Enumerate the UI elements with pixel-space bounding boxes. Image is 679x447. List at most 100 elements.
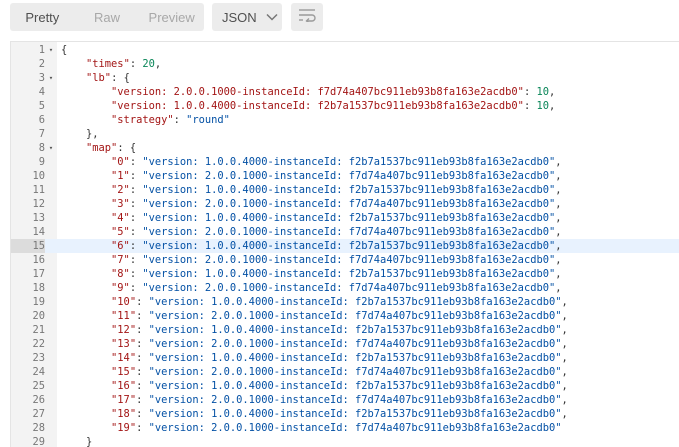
code-text: "17": "version: 2.0.0.1000-instanceId: f…	[61, 393, 568, 407]
format-dropdown[interactable]: JSON	[212, 3, 282, 31]
fold-toggle-icon[interactable]: ▾	[47, 71, 55, 85]
preview-tab[interactable]: Preview	[139, 3, 204, 31]
json-string: "version: 2.0.0.1000-instanceId: f7d74a4…	[142, 170, 556, 182]
json-punctuation	[61, 72, 86, 84]
json-punctuation: :	[136, 324, 149, 336]
json-key: "5"	[111, 226, 130, 238]
json-key: "lb"	[86, 72, 112, 84]
code-line: 4 "version: 2.0.0.1000-instanceId: f7d74…	[11, 85, 679, 99]
json-response-editor[interactable]: 1 ▾{2 "times": 20, 3 ▾ "lb": {4 "version: 2…	[10, 41, 679, 447]
json-string: "version: 1.0.0.4000-instanceId: f2b7a15…	[142, 156, 556, 168]
view-mode-switch: Pretty Raw Preview	[10, 3, 204, 31]
line-number: 24	[32, 366, 45, 378]
json-punctuation	[61, 338, 111, 350]
json-punctuation: :	[136, 408, 149, 420]
line-number: 20	[32, 310, 45, 322]
fold-toggle-icon[interactable]: ▾	[47, 141, 55, 155]
code-line: 12 "3": "version: 2.0.0.1000-instanceId:…	[11, 197, 679, 211]
json-punctuation: ,	[548, 100, 556, 112]
json-punctuation	[61, 380, 111, 392]
json-punctuation	[61, 156, 111, 168]
json-number: 10	[536, 100, 549, 112]
json-punctuation	[61, 170, 111, 182]
pretty-tab[interactable]: Pretty	[10, 3, 75, 31]
code-line: 5 "version: 1.0.0.4000-instanceId: f2b7a…	[11, 99, 679, 113]
json-punctuation: ,	[548, 86, 556, 98]
json-key: "12"	[111, 324, 137, 336]
line-number: 26	[32, 394, 45, 406]
code-line: 28 "19": "version: 2.0.0.1000-instanceId…	[11, 421, 679, 435]
json-punctuation: ,	[561, 366, 568, 378]
json-string: "version: 2.0.0.1000-instanceId: f7d74a4…	[142, 198, 556, 210]
json-string: "version: 1.0.0.4000-instanceId: f2b7a15…	[142, 184, 556, 196]
json-punctuation	[61, 184, 111, 196]
json-key: "0"	[111, 156, 130, 168]
code-text: "14": "version: 1.0.0.4000-instanceId: f…	[61, 351, 568, 365]
json-key: "16"	[111, 380, 137, 392]
json-punctuation: :	[129, 254, 143, 266]
json-key: "3"	[111, 198, 130, 210]
json-punctuation: ,	[561, 380, 568, 392]
json-string: "version: 1.0.0.4000-instanceId: f2b7a15…	[148, 296, 562, 308]
json-punctuation: :	[129, 170, 143, 182]
json-punctuation	[61, 240, 111, 252]
json-punctuation: :	[129, 268, 143, 280]
json-punctuation: :	[129, 184, 143, 196]
json-punctuation	[61, 58, 86, 70]
code-line: 23 "14": "version: 1.0.0.4000-instanceId…	[11, 351, 679, 365]
line-number: 28	[32, 422, 45, 434]
json-key: "7"	[111, 254, 130, 266]
json-key: "version: 2.0.0.1000-instanceId: f7d74a4…	[111, 86, 524, 98]
json-punctuation	[61, 310, 111, 322]
code-text: "0": "version: 1.0.0.4000-instanceId: f2…	[61, 155, 561, 169]
json-punctuation: :	[136, 366, 149, 378]
raw-tab[interactable]: Raw	[75, 3, 140, 31]
json-punctuation	[61, 268, 111, 280]
line-number: 25	[32, 380, 45, 392]
json-key: "11"	[111, 310, 137, 322]
chevron-down-icon	[266, 13, 278, 21]
json-punctuation	[61, 198, 111, 210]
json-string: "version: 1.0.0.4000-instanceId: f2b7a15…	[148, 352, 562, 364]
code-text: "6": "version: 1.0.0.4000-instanceId: f2…	[61, 239, 561, 253]
code-text: "1": "version: 2.0.0.1000-instanceId: f7…	[61, 169, 561, 183]
fold-toggle-icon[interactable]: ▾	[47, 43, 55, 57]
json-punctuation: ,	[561, 296, 568, 308]
json-string: "version: 2.0.0.1000-instanceId: f7d74a4…	[148, 366, 562, 378]
json-punctuation	[61, 422, 111, 434]
wrap-lines-icon	[298, 8, 316, 27]
json-punctuation: ,	[561, 338, 568, 350]
json-punctuation: ,	[555, 268, 562, 280]
json-punctuation: :	[136, 394, 149, 406]
json-string: "version: 2.0.0.1000-instanceId: f7d74a4…	[148, 310, 562, 322]
response-toolbar: Pretty Raw Preview JSON	[0, 0, 679, 40]
json-key: "10"	[111, 296, 137, 308]
json-punctuation: ,	[561, 352, 568, 364]
code-line: 2 "times": 20,	[11, 57, 679, 71]
json-punctuation: ,	[555, 184, 562, 196]
json-string: "version: 2.0.0.1000-instanceId: f7d74a4…	[148, 422, 562, 434]
json-punctuation	[61, 296, 111, 308]
json-punctuation	[61, 408, 111, 420]
json-punctuation: :	[523, 100, 537, 112]
json-punctuation: ,	[555, 254, 562, 266]
wrap-lines-button[interactable]	[291, 3, 323, 31]
json-punctuation: ,	[561, 310, 568, 322]
format-label: JSON	[222, 9, 257, 25]
json-punctuation: :	[136, 338, 149, 350]
json-punctuation	[61, 100, 111, 112]
json-punctuation: :	[129, 212, 143, 224]
json-punctuation	[61, 352, 111, 364]
json-number: 10	[536, 86, 549, 98]
json-punctuation	[61, 394, 111, 406]
json-key: "19"	[111, 422, 137, 434]
line-number: 9	[38, 156, 45, 168]
json-key: "14"	[111, 352, 137, 364]
json-punctuation	[61, 254, 111, 266]
json-string: "version: 1.0.0.4000-instanceId: f2b7a15…	[148, 380, 562, 392]
code-line: 9 "0": "version: 1.0.0.4000-instanceId: …	[11, 155, 679, 169]
code-text: "18": "version: 1.0.0.4000-instanceId: f…	[61, 407, 568, 421]
json-string: "version: 2.0.0.1000-instanceId: f7d74a4…	[142, 226, 556, 238]
line-number: 15	[11, 239, 45, 253]
json-key: "strategy"	[111, 114, 174, 126]
